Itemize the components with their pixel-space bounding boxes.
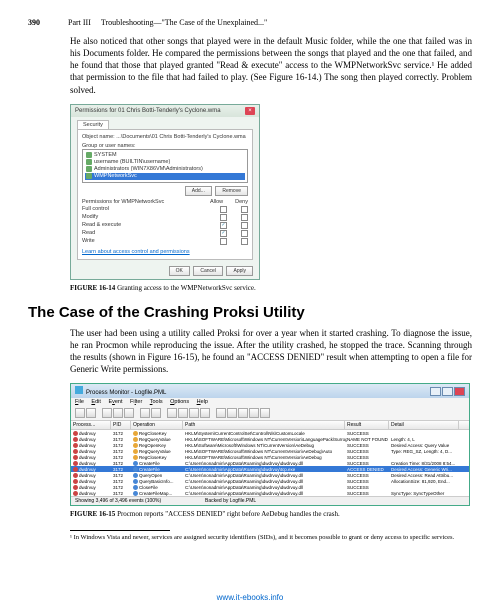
- checkbox[interactable]: [220, 206, 227, 213]
- checkbox[interactable]: [220, 238, 227, 245]
- network-toggle-icon[interactable]: [238, 408, 248, 418]
- checkbox[interactable]: [241, 206, 248, 213]
- table-row[interactable]: dwdrvuy3172QueryBasicInfo...C:\Users\non…: [71, 478, 469, 484]
- checkbox[interactable]: [241, 222, 248, 229]
- footnote-rule: [70, 530, 170, 531]
- paragraph-2: The user had been using a utility called…: [70, 327, 472, 376]
- close-icon[interactable]: [454, 387, 465, 396]
- checkbox[interactable]: [241, 238, 248, 245]
- open-icon[interactable]: [75, 408, 85, 418]
- checkbox[interactable]: [241, 230, 248, 237]
- figure-16-14: Permissions for 01 Chris Botti-Tenderly'…: [70, 104, 472, 280]
- col-detail[interactable]: Detail: [389, 421, 459, 429]
- security-tab[interactable]: Security: [77, 120, 109, 129]
- user-icon: [86, 152, 92, 158]
- app-icon: [75, 386, 83, 394]
- table-row[interactable]: dwdrvuy3172CreateFileC:\Users\nonadmin\A…: [71, 460, 469, 466]
- process-toggle-icon[interactable]: [249, 408, 259, 418]
- remove-button[interactable]: Remove: [215, 186, 248, 196]
- table-row[interactable]: dwdrvuy3172RegOpenKeyHKLM\Software\Micro…: [71, 442, 469, 448]
- list-item: Administrators (WIN7X86VM\Administrators…: [85, 166, 245, 173]
- table-row[interactable]: dwdrvuy3172RegQueryValueHKLM\SOFTWARE\Mi…: [71, 448, 469, 454]
- save-icon[interactable]: [86, 408, 96, 418]
- event-list[interactable]: dwdrvuy3172RegCloseKeyHKLM\System\Curren…: [71, 430, 469, 496]
- maximize-icon[interactable]: [442, 387, 453, 396]
- procmon-titlebar: Process Monitor - Logfile.PML: [71, 384, 469, 398]
- profiling-toggle-icon[interactable]: [260, 408, 270, 418]
- col-process[interactable]: Process...: [71, 421, 111, 429]
- process-tree-icon[interactable]: [178, 408, 188, 418]
- menu-bar: File Edit Event Filter Tools Options Hel…: [71, 398, 469, 406]
- page-number: 390: [28, 18, 58, 27]
- col-result[interactable]: Result: [345, 421, 389, 429]
- user-icon: [86, 159, 92, 165]
- menu-filter[interactable]: Filter: [130, 399, 142, 405]
- page-header: 390 Part III Troubleshooting—"The Case o…: [28, 18, 472, 27]
- table-row[interactable]: dwdrvuy3172CreateFileMap...C:\Users\nona…: [71, 490, 469, 496]
- list-item-selected: WMPNetworkSvc: [85, 173, 245, 180]
- ok-button[interactable]: OK: [169, 266, 190, 276]
- user-list[interactable]: SYSTEM username (BUILTIN\username) Admin…: [82, 149, 248, 183]
- checkbox[interactable]: [241, 214, 248, 221]
- permissions-grid: Full control Modify Read & execute✓ Read…: [82, 206, 248, 245]
- permissions-header: Permissions for WMPNetworkSvc AllowDeny: [82, 199, 248, 205]
- menu-event[interactable]: Event: [108, 399, 122, 405]
- apply-button[interactable]: Apply: [226, 266, 253, 276]
- checkbox-checked[interactable]: ✓: [220, 222, 227, 229]
- table-row[interactable]: dwdrvuy3172RegCloseKeyHKLM\SOFTWARE\Micr…: [71, 454, 469, 460]
- menu-file[interactable]: File: [75, 399, 84, 405]
- registry-toggle-icon[interactable]: [216, 408, 226, 418]
- menu-help[interactable]: Help: [197, 399, 208, 405]
- checkbox[interactable]: [220, 214, 227, 221]
- minimize-icon[interactable]: [430, 387, 441, 396]
- menu-tools[interactable]: Tools: [150, 399, 163, 405]
- header-title: Troubleshooting—"The Case of the Unexpla…: [101, 18, 267, 27]
- section-heading: The Case of the Crashing Proksi Utility: [28, 304, 472, 321]
- menu-edit[interactable]: Edit: [91, 399, 100, 405]
- status-bar: Showing 3,496 of 3,496 events (100%) Bac…: [71, 496, 469, 505]
- window-title: Process Monitor - Logfile.PML: [86, 390, 166, 396]
- highlight-icon[interactable]: [151, 408, 161, 418]
- header-part: Part III: [68, 18, 91, 27]
- col-operation[interactable]: Operation: [131, 421, 183, 429]
- col-pid[interactable]: PID: [111, 421, 131, 429]
- checkbox-checked[interactable]: ✓: [220, 230, 227, 237]
- object-name-row: Object name: ...\Documents\01 Chris Bott…: [82, 134, 248, 140]
- procmon-window: Process Monitor - Logfile.PML File Edit …: [70, 383, 470, 506]
- figure-16-15: Process Monitor - Logfile.PML File Edit …: [70, 383, 472, 506]
- table-row[interactable]: dwdrvuy3172QueryOpenC:\Users\nonadmin\Ap…: [71, 472, 469, 478]
- add-button[interactable]: Add...: [185, 186, 212, 196]
- capture-icon[interactable]: [102, 408, 112, 418]
- col-path[interactable]: Path: [183, 421, 345, 429]
- table-row[interactable]: dwdrvuy3172RegCloseKeyHKLM\System\Curren…: [71, 430, 469, 436]
- figure-16-14-caption: FIGURE 16-14 Granting access to the WMPN…: [70, 284, 472, 292]
- jump-icon[interactable]: [200, 408, 210, 418]
- table-row[interactable]: dwdrvuy3172CloseFileC:\Users\nonadmin\Ap…: [71, 484, 469, 490]
- dialog-titlebar: Permissions for 01 Chris Botti-Tenderly'…: [71, 105, 259, 117]
- find-icon[interactable]: [189, 408, 199, 418]
- dialog-title: Permissions for 01 Chris Botti-Tenderly'…: [75, 108, 221, 114]
- column-headers: Process... PID Operation Path Result Det…: [71, 421, 469, 430]
- filter-icon[interactable]: [140, 408, 150, 418]
- filesystem-toggle-icon[interactable]: [227, 408, 237, 418]
- footnote-1: ¹ In Windows Vista and newer, services a…: [70, 534, 472, 542]
- figure-16-15-caption: FIGURE 16-15 Procmon reports "ACCESS DEN…: [70, 510, 472, 518]
- include-icon[interactable]: [167, 408, 177, 418]
- toolbar: [71, 406, 469, 421]
- menu-options[interactable]: Options: [170, 399, 189, 405]
- list-item: username (BUILTIN\username): [85, 159, 245, 166]
- website-link[interactable]: www.it-ebooks.info: [0, 593, 500, 602]
- clear-icon[interactable]: [124, 408, 134, 418]
- user-icon: [86, 173, 92, 179]
- list-item: SYSTEM: [85, 152, 245, 159]
- permissions-dialog: Permissions for 01 Chris Botti-Tenderly'…: [70, 104, 260, 280]
- table-row[interactable]: dwdrvuy3172RegQueryValueHKLM\SOFTWARE\Mi…: [71, 436, 469, 442]
- table-row[interactable]: dwdrvuy3172CreateFileC:\Users\nonadmin\A…: [71, 466, 469, 472]
- user-icon: [86, 166, 92, 172]
- close-icon[interactable]: ×: [245, 107, 255, 115]
- cancel-button[interactable]: Cancel: [193, 266, 223, 276]
- paragraph-1: He also noticed that other songs that pl…: [70, 35, 472, 96]
- learn-link[interactable]: Learn about access control and permissio…: [82, 249, 190, 255]
- autoscroll-icon[interactable]: [113, 408, 123, 418]
